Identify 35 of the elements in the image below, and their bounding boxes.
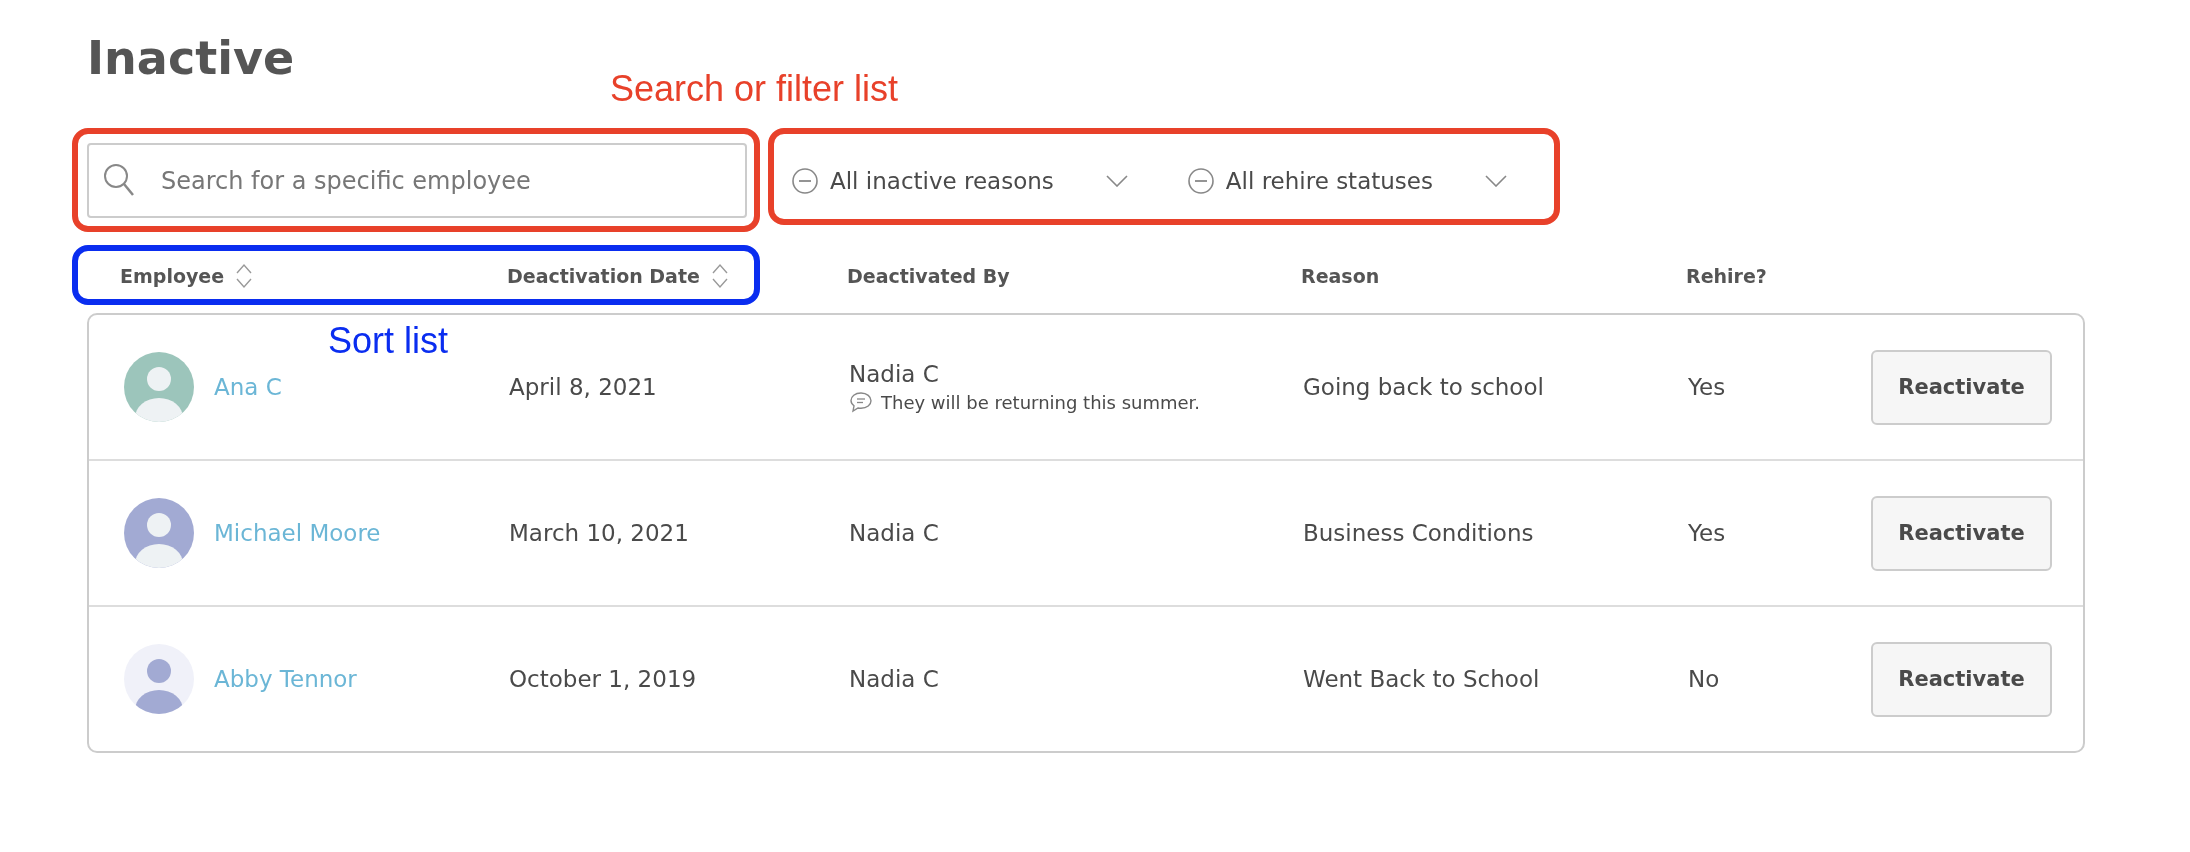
rehire-cell: Yes [1688, 520, 1726, 546]
filter-dropdown[interactable]: All inactive reasons [792, 167, 1128, 194]
comment-icon [849, 391, 873, 413]
deactivated-by-cell: Nadia C [849, 361, 939, 387]
reason-cell: Going back to school [1303, 374, 1544, 400]
column-header[interactable]: Employee [120, 263, 253, 289]
sort-icon [236, 263, 253, 289]
date-cell: March 10, 2021 [509, 520, 689, 546]
sort-icon [711, 263, 728, 289]
rehire-cell: Yes [1688, 374, 1726, 400]
annotation-label: Sort list [328, 320, 449, 362]
chevron-down-icon [1105, 174, 1128, 187]
page-title: Inactive [87, 30, 295, 87]
annotation-label: Search or filter list [610, 68, 899, 110]
reactivate-button[interactable]: Reactivate [1871, 495, 2052, 571]
column-header[interactable]: Deactivation Date [507, 263, 728, 289]
reason-cell: Went Back to School [1303, 666, 1540, 692]
reason-cell: Business Conditions [1303, 520, 1534, 546]
date-cell: April 8, 2021 [509, 374, 657, 400]
minus-circle-icon [792, 167, 818, 194]
note-text: They will be returning this summer. [881, 391, 1201, 413]
filter-dropdown[interactable]: All rehire statuses [1187, 167, 1507, 194]
rehire-cell: No [1688, 666, 1720, 692]
column-header: Deactivated By [847, 265, 1011, 287]
search-field[interactable]: Search for a specific employee [87, 143, 747, 218]
search-icon [103, 163, 135, 197]
date-cell: October 1, 2019 [509, 666, 697, 692]
reactivate-button[interactable]: Reactivate [1871, 641, 2052, 717]
minus-circle-icon [1187, 167, 1214, 194]
deactivated-by-cell: Nadia C [849, 666, 939, 692]
column-header: Reason [1301, 265, 1381, 287]
chevron-down-icon [1484, 174, 1507, 187]
deactivated-by-cell: Nadia C [849, 520, 939, 546]
column-header: Rehire? [1686, 265, 1768, 287]
reactivate-button[interactable]: Reactivate [1871, 349, 2052, 425]
